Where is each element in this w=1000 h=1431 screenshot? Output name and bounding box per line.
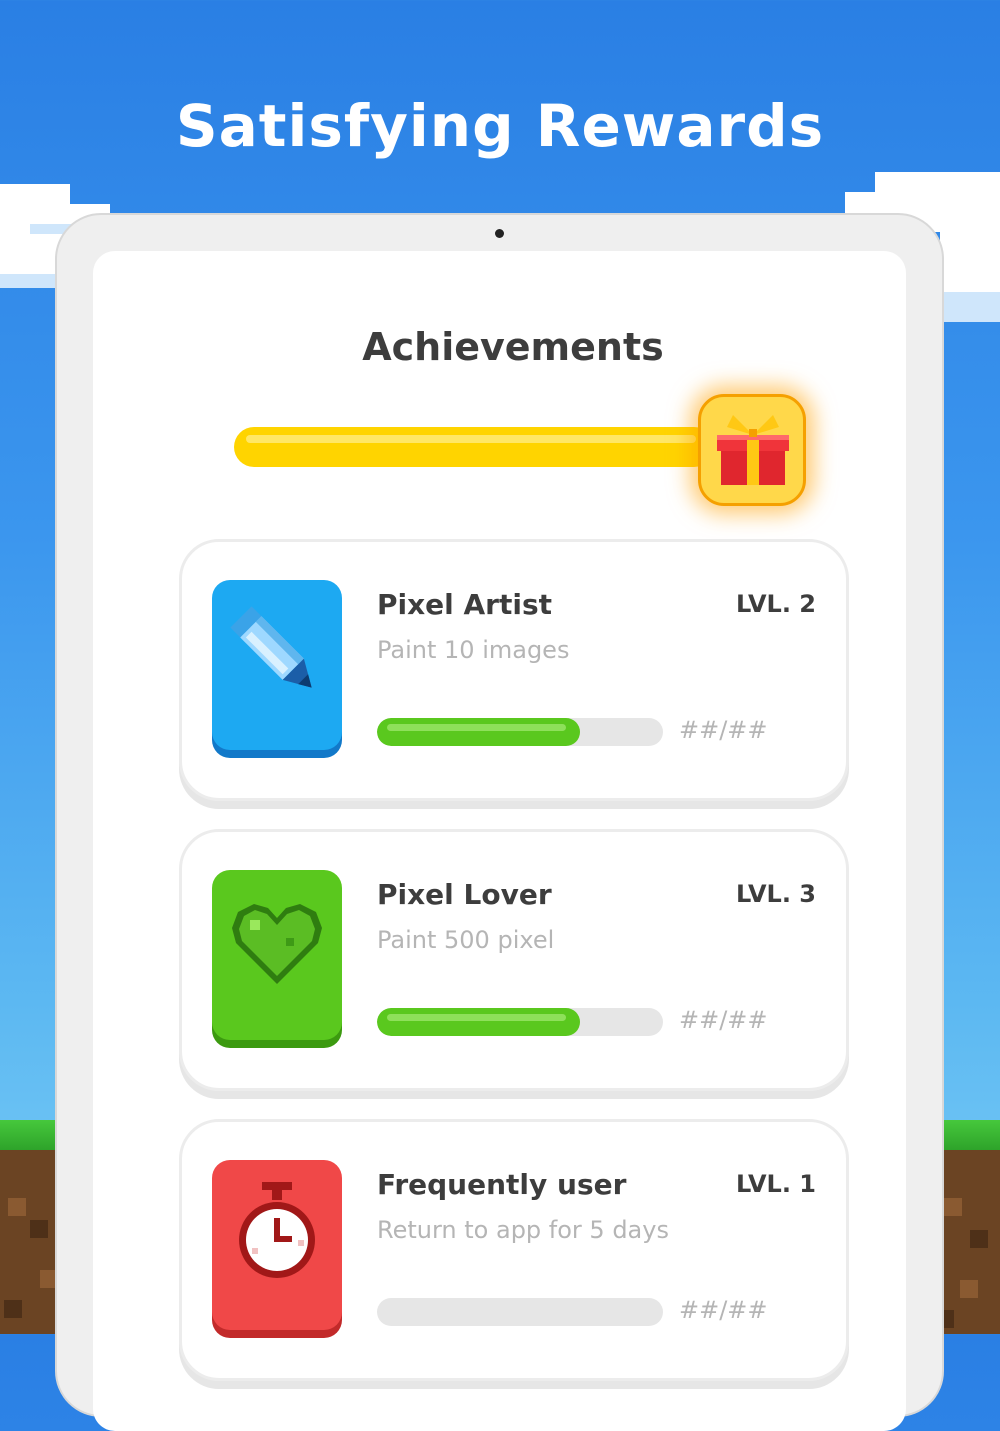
achievement-card-frequently-user[interactable]: Frequently user LVL. 1 Return to app for… bbox=[179, 1119, 849, 1381]
achievement-description: Paint 500 pixel bbox=[377, 926, 555, 954]
achievement-badge bbox=[212, 1160, 342, 1330]
progress-fill bbox=[377, 1008, 581, 1036]
gift-icon bbox=[717, 415, 789, 485]
heart-icon bbox=[232, 904, 322, 984]
progress-fill bbox=[377, 718, 581, 746]
goal-progress-bar bbox=[234, 427, 714, 467]
achievement-card-pixel-lover[interactable]: Pixel Lover LVL. 3 Paint 500 pixel ##/## bbox=[179, 829, 849, 1091]
tablet-frame: Achievements Pixel Artist LVL. 2 Paint 1… bbox=[55, 213, 944, 1431]
achievement-card-pixel-artist[interactable]: Pixel Artist LVL. 2 Paint 10 images ##/#… bbox=[179, 539, 849, 801]
screen-title: Achievements bbox=[362, 325, 664, 369]
gift-reward-button[interactable] bbox=[698, 394, 806, 506]
achievement-title: Pixel Lover bbox=[377, 878, 552, 911]
achievement-count: ##/## bbox=[679, 1296, 768, 1324]
camera-dot bbox=[495, 229, 504, 238]
achievement-progress-bar bbox=[377, 718, 663, 746]
achievement-level: LVL. 3 bbox=[735, 880, 816, 908]
achievement-progress-bar bbox=[377, 1298, 663, 1326]
stopwatch-icon bbox=[239, 1182, 315, 1278]
achievement-level: LVL. 2 bbox=[735, 590, 816, 618]
achievement-description: Return to app for 5 days bbox=[377, 1216, 669, 1244]
achievement-count: ##/## bbox=[679, 1006, 768, 1034]
achievement-progress-bar bbox=[377, 1008, 663, 1036]
pencil-icon bbox=[230, 606, 312, 688]
achievement-level: LVL. 1 bbox=[735, 1170, 816, 1198]
achievement-title: Pixel Artist bbox=[377, 588, 553, 621]
achievement-badge bbox=[212, 580, 342, 750]
headline: Satisfying Rewards bbox=[175, 92, 825, 160]
achievement-badge bbox=[212, 870, 342, 1040]
achievement-count: ##/## bbox=[679, 716, 768, 744]
achievements-screen: Achievements Pixel Artist LVL. 2 Paint 1… bbox=[93, 251, 906, 1431]
achievement-description: Paint 10 images bbox=[377, 636, 570, 664]
achievement-title: Frequently user bbox=[377, 1168, 627, 1201]
